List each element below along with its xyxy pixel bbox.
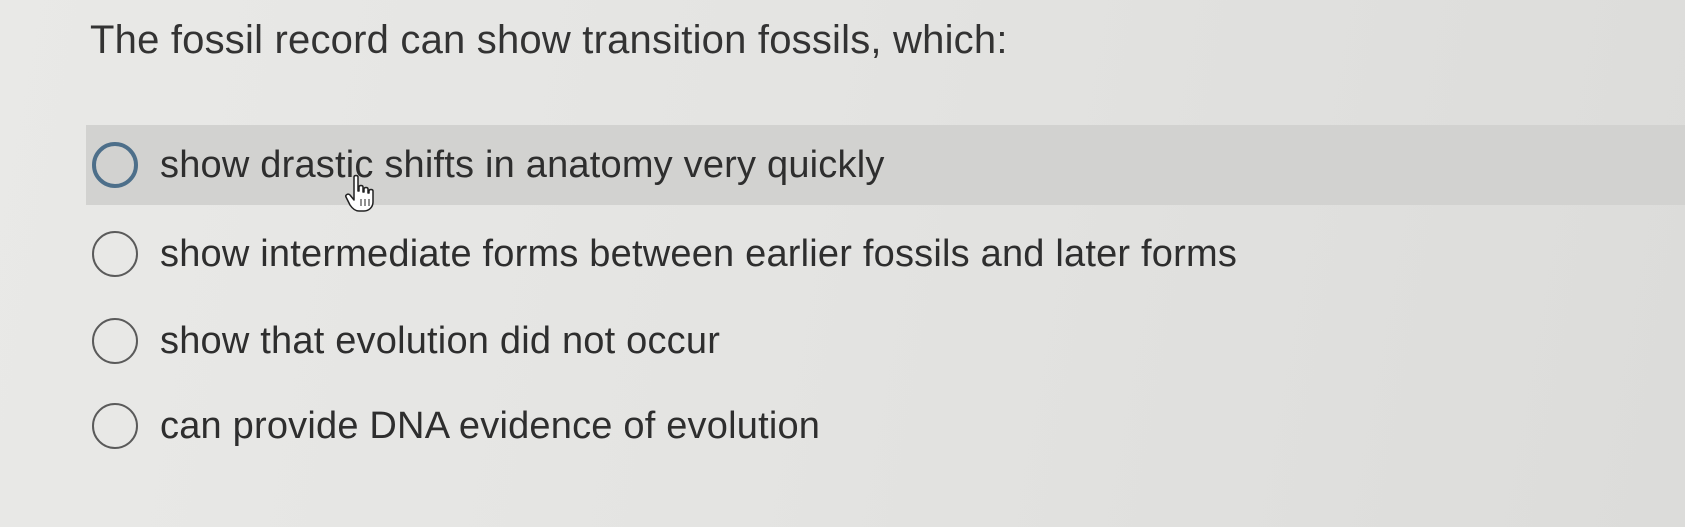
radio-button[interactable] xyxy=(92,231,138,277)
answer-option-label: can provide DNA evidence of evolution xyxy=(160,404,821,447)
radio-button[interactable] xyxy=(92,318,138,364)
answer-option-4[interactable]: can provide DNA evidence of evolution xyxy=(86,386,820,466)
answer-option-label: show that evolution did not occur xyxy=(160,319,721,362)
answer-option-3[interactable]: show that evolution did not occur xyxy=(86,301,720,381)
radio-button[interactable] xyxy=(92,142,138,188)
hand-pointer-icon xyxy=(345,174,374,212)
question-text: The fossil record can show transition fo… xyxy=(90,18,1008,62)
answer-option-label: show drastic shifts in anatomy very quic… xyxy=(160,143,885,186)
answer-option-2[interactable]: show intermediate forms between earlier … xyxy=(86,214,1237,294)
answer-option-label: show intermediate forms between earlier … xyxy=(160,232,1238,275)
radio-button[interactable] xyxy=(92,403,138,449)
answer-option-1[interactable]: show drastic shifts in anatomy very quic… xyxy=(86,125,1685,205)
